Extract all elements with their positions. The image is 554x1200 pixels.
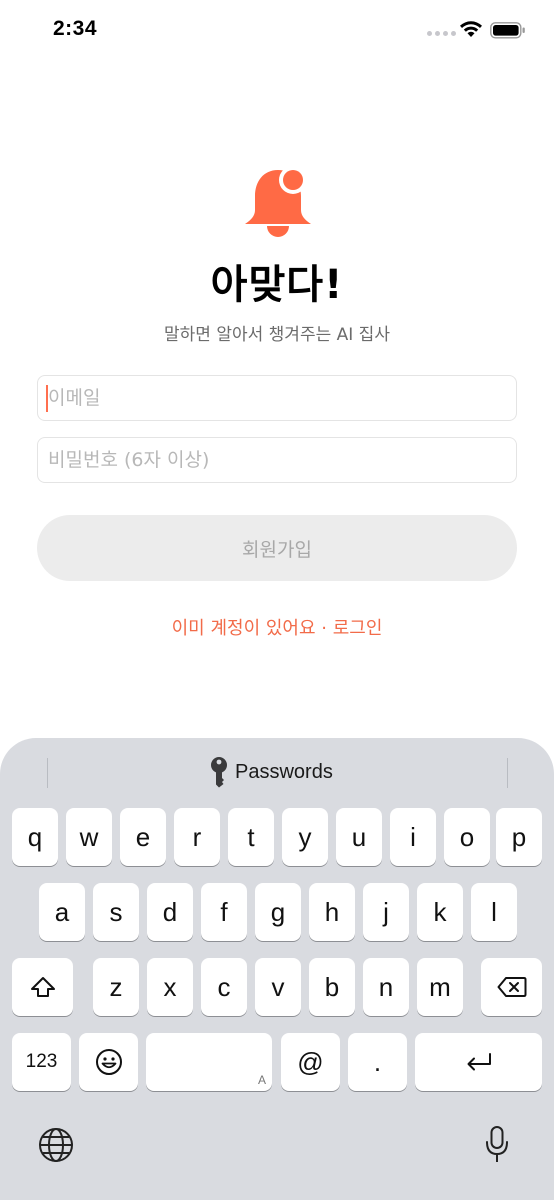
key-w[interactable]: w bbox=[66, 808, 112, 866]
status-bar: 2:34 bbox=[0, 0, 554, 60]
suggestion-divider bbox=[47, 758, 48, 788]
key-a[interactable]: a bbox=[39, 883, 85, 941]
dot-key[interactable]: . bbox=[348, 1033, 407, 1091]
wifi-icon bbox=[460, 21, 482, 37]
key-icon bbox=[211, 757, 227, 788]
signup-button[interactable]: 회원가입 bbox=[37, 515, 517, 581]
key-l[interactable]: l bbox=[471, 883, 517, 941]
shift-icon bbox=[30, 977, 55, 997]
key-n[interactable]: n bbox=[363, 958, 409, 1016]
return-icon bbox=[467, 1053, 491, 1071]
key-c[interactable]: c bbox=[201, 958, 247, 1016]
email-field[interactable] bbox=[37, 375, 517, 421]
key-f[interactable]: f bbox=[201, 883, 247, 941]
status-time: 2:34 bbox=[53, 17, 98, 40]
app-title: 아맞다! bbox=[210, 262, 344, 308]
suggestion-divider bbox=[507, 758, 508, 788]
key-b[interactable]: b bbox=[309, 958, 355, 1016]
key-u[interactable]: u bbox=[336, 808, 382, 866]
key-r[interactable]: r bbox=[174, 808, 220, 866]
key-t[interactable]: t bbox=[228, 808, 274, 866]
bell-logo-icon bbox=[245, 166, 311, 237]
key-e[interactable]: e bbox=[120, 808, 166, 866]
key-s[interactable]: s bbox=[93, 883, 139, 941]
key-v[interactable]: v bbox=[255, 958, 301, 1016]
space-hint: A bbox=[257, 1073, 266, 1087]
at-key[interactable]: @ bbox=[281, 1033, 340, 1091]
return-key[interactable] bbox=[415, 1033, 542, 1091]
microphone-icon[interactable] bbox=[484, 1125, 510, 1165]
emoji-key[interactable] bbox=[79, 1033, 138, 1091]
password-field[interactable] bbox=[37, 437, 517, 483]
delete-key[interactable] bbox=[481, 958, 542, 1016]
shift-key[interactable] bbox=[12, 958, 73, 1016]
space-key[interactable]: A bbox=[146, 1033, 272, 1091]
login-link[interactable]: 이미 계정이 있어요 · 로그인 bbox=[0, 614, 554, 640]
battery-icon bbox=[490, 22, 525, 39]
globe-icon[interactable] bbox=[38, 1127, 74, 1163]
key-q[interactable]: q bbox=[12, 808, 58, 866]
key-i[interactable]: i bbox=[390, 808, 436, 866]
keyboard-suggestion-bar: Passwords bbox=[0, 738, 554, 804]
key-o[interactable]: o bbox=[444, 808, 490, 866]
key-g[interactable]: g bbox=[255, 883, 301, 941]
cellular-signal-icon bbox=[427, 31, 456, 36]
app-subtitle: 말하면 알아서 챙겨주는 AI 집사 bbox=[164, 325, 390, 345]
key-j[interactable]: j bbox=[363, 883, 409, 941]
key-y[interactable]: y bbox=[282, 808, 328, 866]
key-z[interactable]: z bbox=[93, 958, 139, 1016]
passwords-suggestion[interactable]: Passwords bbox=[209, 756, 333, 788]
emoji-icon bbox=[95, 1049, 122, 1075]
key-x[interactable]: x bbox=[147, 958, 193, 1016]
key-k[interactable]: k bbox=[417, 883, 463, 941]
key-h[interactable]: h bbox=[309, 883, 355, 941]
key-p[interactable]: p bbox=[496, 808, 542, 866]
key-m[interactable]: m bbox=[417, 958, 463, 1016]
numbers-key[interactable]: 123 bbox=[12, 1033, 71, 1091]
text-cursor bbox=[46, 385, 48, 412]
passwords-label: Passwords bbox=[235, 760, 333, 783]
onscreen-keyboard: Passwords q w e r t y u i o p a s d f g … bbox=[0, 738, 554, 1200]
key-d[interactable]: d bbox=[147, 883, 193, 941]
backspace-icon bbox=[497, 977, 526, 997]
